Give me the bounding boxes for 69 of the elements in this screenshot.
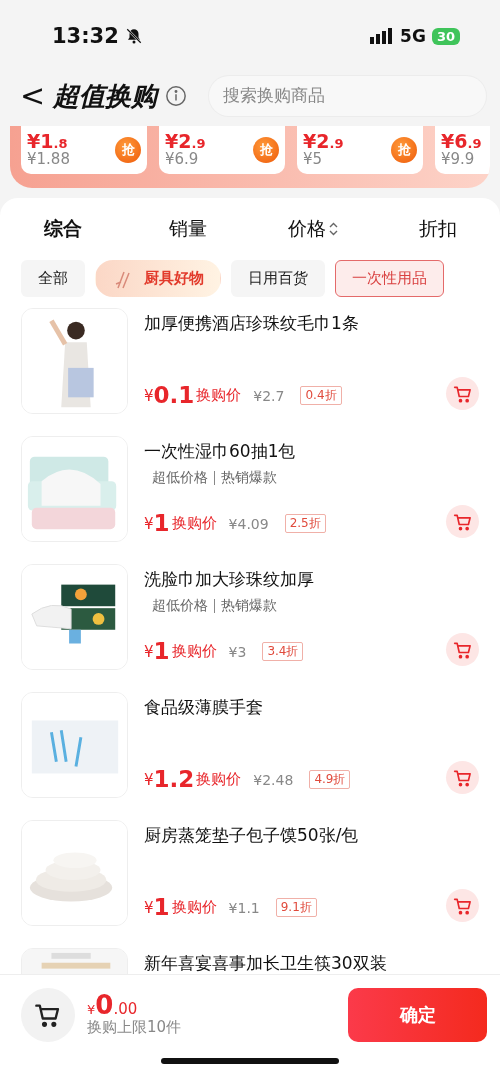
category-chip[interactable]: 全部: [21, 260, 85, 297]
original-price: ¥2.48: [253, 771, 294, 788]
product-title: 新年喜宴喜事加长卫生筷30双装: [144, 952, 388, 974]
original-price: ¥1.1: [228, 899, 260, 916]
discount-badge: 0.4折: [300, 386, 342, 405]
deal-original-price: ¥6.9: [165, 151, 200, 168]
total-price: ¥0.00: [87, 992, 139, 1018]
discount-badge: 3.4折: [262, 642, 304, 661]
sort-tab[interactable]: 价格: [250, 214, 375, 244]
discount-badge: 4.9折: [309, 770, 351, 789]
deal-price: ¥6.9: [441, 132, 482, 152]
currency-sign: ¥: [144, 514, 154, 533]
sort-tab[interactable]: 折扣: [375, 214, 500, 244]
back-button[interactable]: <: [20, 81, 46, 111]
battery-level: 30: [431, 27, 460, 45]
product-tag: 超低价格: [152, 469, 208, 487]
price-label: 换购价: [196, 770, 242, 789]
exchange-price: 1: [153, 640, 170, 663]
product-title: 一次性湿巾60抽1包: [144, 440, 297, 463]
deal-price: ¥1.8: [27, 132, 68, 152]
exchange-limit: 换购上限10件: [87, 1018, 182, 1037]
currency-sign: ¥: [144, 386, 154, 405]
product-title: 厨房蒸笼垫子包子馍50张/包: [144, 824, 360, 847]
product-tag: 超低价格: [152, 597, 208, 615]
exchange-price: 1.2: [153, 768, 195, 791]
category-chip[interactable]: 一次性用品: [335, 260, 444, 297]
signal-icon: [370, 28, 395, 44]
search-field[interactable]: 搜索换购商品: [209, 76, 486, 116]
price-label: 换购价: [171, 642, 217, 661]
add-to-cart-button[interactable]: [446, 889, 479, 922]
price-label: 换购价: [196, 386, 242, 405]
product-title: 食品级薄膜手套: [144, 696, 264, 719]
original-price: ¥3: [228, 643, 247, 660]
exchange-price: 0.1: [153, 384, 195, 407]
category-chip[interactable]: 日用百货: [231, 260, 325, 297]
confirm-button[interactable]: 确定: [348, 987, 487, 1042]
original-price: ¥2.7: [253, 387, 285, 404]
product-title: 洗脸巾加大珍珠纹加厚: [144, 568, 315, 591]
currency-sign: ¥: [144, 642, 154, 661]
product-tag: 热销爆款: [221, 597, 277, 615]
add-to-cart-button[interactable]: [446, 377, 479, 410]
exchange-price: 1: [153, 896, 170, 919]
add-to-cart-button[interactable]: [446, 633, 479, 666]
category-chip[interactable]: 厨具好物: [95, 260, 221, 297]
network-label: 5G: [400, 26, 426, 46]
product-title: 加厚便携酒店珍珠纹毛巾1条: [144, 312, 360, 335]
deal-price: ¥2.9: [303, 132, 344, 152]
price-label: 换购价: [171, 514, 217, 533]
bell-muted-icon: [124, 27, 143, 45]
deal-original-price: ¥5: [303, 151, 324, 168]
deal-price: ¥2.9: [165, 132, 206, 152]
discount-badge: 2.5折: [284, 514, 326, 533]
currency-sign: ¥: [144, 770, 154, 789]
add-to-cart-button[interactable]: [446, 761, 479, 794]
currency-sign: ¥: [144, 898, 154, 917]
exchange-price: 1: [153, 512, 170, 535]
deal-original-price: ¥9.9: [441, 151, 476, 168]
discount-badge: 9.1折: [275, 898, 317, 917]
page-title: 超值换购: [53, 79, 158, 113]
clock: 13:32: [52, 24, 119, 48]
original-price: ¥4.09: [228, 515, 269, 532]
price-label: 换购价: [171, 898, 217, 917]
deal-original-price: ¥1.88: [27, 151, 70, 168]
add-to-cart-button[interactable]: [446, 505, 479, 538]
product-tag: 热销爆款: [221, 469, 277, 487]
sort-tab[interactable]: 销量: [125, 214, 250, 244]
info-icon[interactable]: [165, 85, 188, 107]
sort-tab[interactable]: 综合: [0, 214, 125, 244]
sort-icon: [328, 222, 338, 236]
